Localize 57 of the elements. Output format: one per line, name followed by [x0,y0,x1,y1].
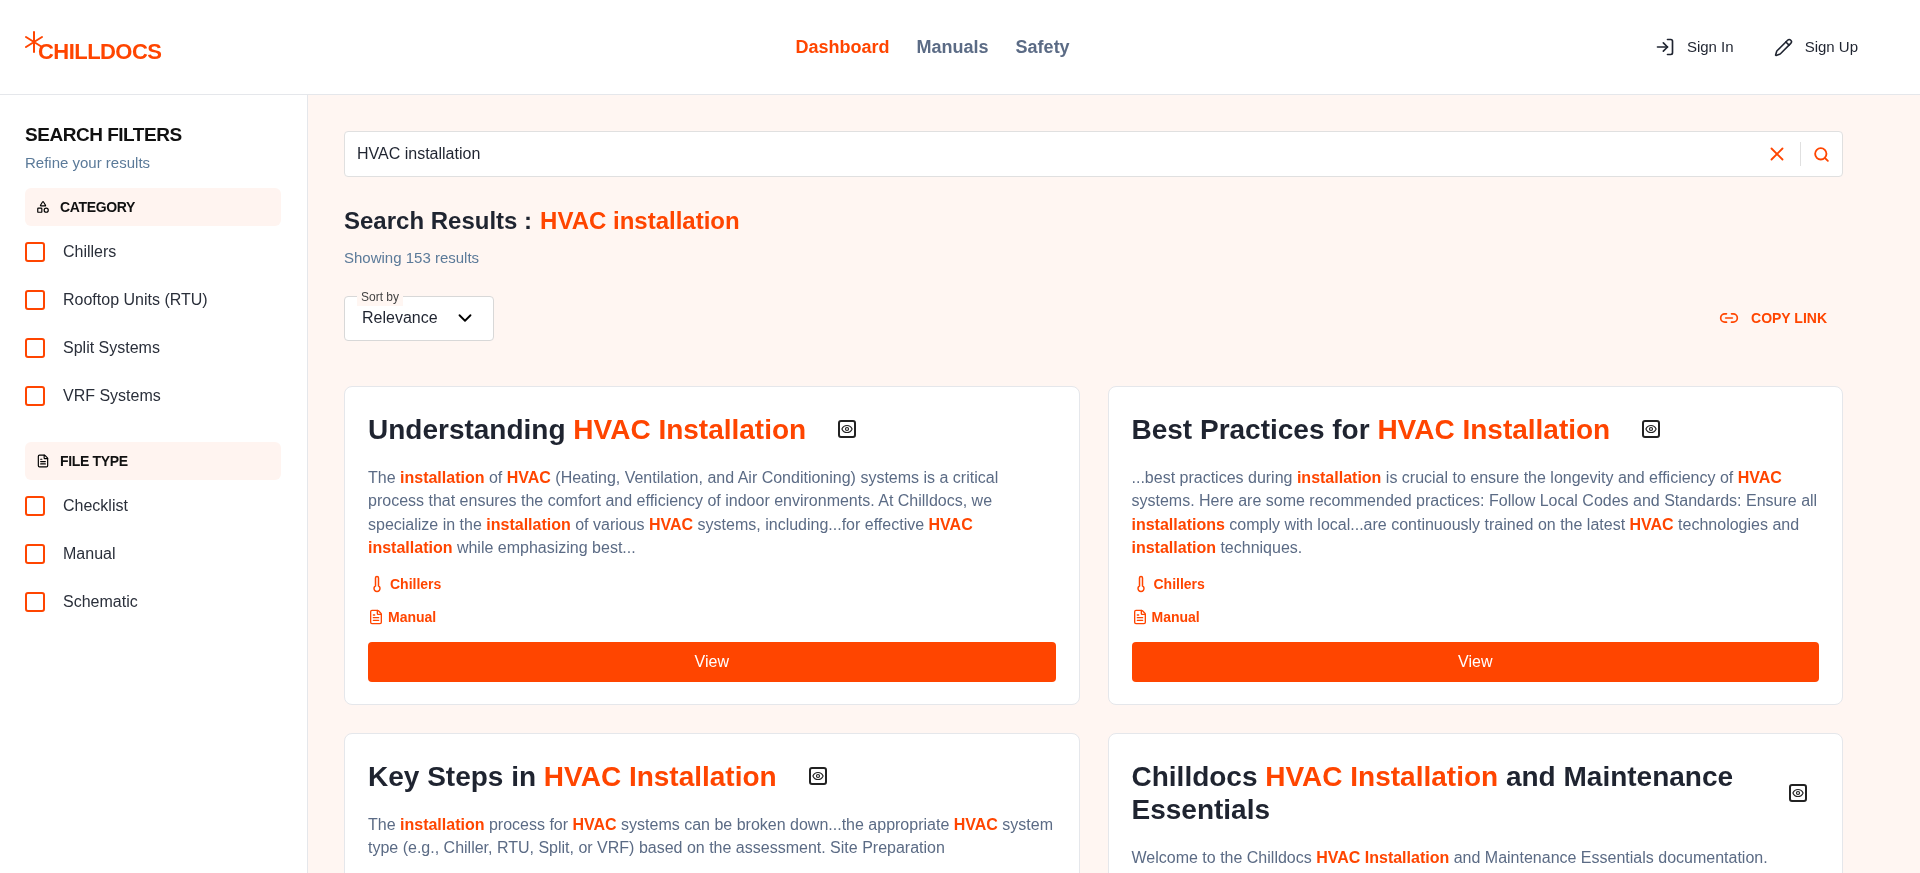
checkbox-label: Schematic [63,592,138,612]
nav-link[interactable]: Safety [1015,33,1070,61]
view-button[interactable]: View [1131,641,1819,682]
checkbox[interactable] [25,242,45,262]
nav-link[interactable]: Manuals [916,33,989,61]
shapes-icon [36,200,50,214]
card-title: Understanding HVAC Installation [368,412,807,446]
file-type-tag: Manual [1151,606,1200,628]
card-title: Chilldocs HVAC Installation and Maintenance Essentials [1131,759,1735,826]
checkbox-label: Split Systems [63,338,160,358]
view-button[interactable]: View [368,641,1056,682]
sign-in-button[interactable]: Sign In [1654,35,1734,59]
card-excerpt: Welcome to the Chilldocs HVAC Installation and Maintenance Essentials documentation. [1131,847,1769,868]
copy-link-button[interactable]: COPY LINK [1719,307,1843,329]
sidebar-title: SEARCH FILTERS [25,123,183,147]
checkbox-label: Checklist [63,496,128,516]
sign-in-icon [1654,37,1675,57]
sort-value: Relevance [362,308,438,328]
logo[interactable]: CHILLDOCS [24,31,162,63]
search-field[interactable]: HVAC installation [357,142,1766,166]
checkbox[interactable] [25,290,45,310]
filter-group-title: FILE TYPE [60,451,128,471]
category-tag: Chillers [390,573,442,595]
card-excerpt: The installation of HVAC (Heating, Ventilation, and Air Conditioning) systems is a critical process that ensures the comfort and efficiency of indoor environments. At Chilldocs, we specialize in the installation of various HVAC systems, including...for effective HVAC installation while emphasizing best... [368,467,1000,558]
preview-icon[interactable] [1789,783,1807,802]
sign-up-button[interactable]: Sign Up [1773,35,1858,59]
file-type-tag: Manual [388,606,437,628]
card-title: Key Steps in HVAC Installation [368,759,777,793]
card-excerpt: The installation process for HVAC systems can be broken down...the appropriate HVAC system type (e.g., Chiller, RTU, Split, or VRF) based on the assessment. Site Preparation [368,814,1054,858]
results-query: HVAC installation [540,206,740,236]
checkbox[interactable] [25,544,45,564]
card-excerpt: ...best practices during installation is crucial to ensure the longevity and efficiency of HVAC systems. Here are some recommended practices: Follow Local Codes and Standards: Ensure all installations comply with local...are continuously trained on the latest HVAC technologies and installation techniques. [1131,467,1819,558]
category-tag: Chillers [1153,573,1205,595]
checkbox-label: Chillers [63,242,117,262]
nav-link[interactable]: Dashboard [795,33,890,61]
pencil-icon [1773,37,1793,57]
preview-icon[interactable] [808,767,827,785]
document-icon [36,454,50,468]
checkbox-label: Manual [63,544,116,564]
results-count: Showing 153 results [344,248,481,268]
document-icon [1131,609,1148,625]
checkbox-label: VRF Systems [63,386,161,406]
checkbox[interactable] [25,386,45,406]
results-heading: Search Results : [344,206,533,236]
preview-icon[interactable] [838,420,857,438]
checkbox-label: Rooftop Units (RTU) [63,290,208,310]
search-bar[interactable]: HVAC installation [344,131,1843,177]
filter-group-title: CATEGORY [60,197,135,217]
search-icon[interactable] [1813,145,1830,163]
preview-icon[interactable] [1642,420,1661,438]
document-icon [368,609,384,625]
sidebar-subtitle: Refine your results [25,152,152,173]
checkbox[interactable] [25,496,45,516]
card-title: Best Practices for HVAC Installation [1131,412,1611,446]
checkbox[interactable] [25,338,45,358]
checkbox[interactable] [25,592,45,612]
logo-text: CHILLDOCS [38,41,162,63]
